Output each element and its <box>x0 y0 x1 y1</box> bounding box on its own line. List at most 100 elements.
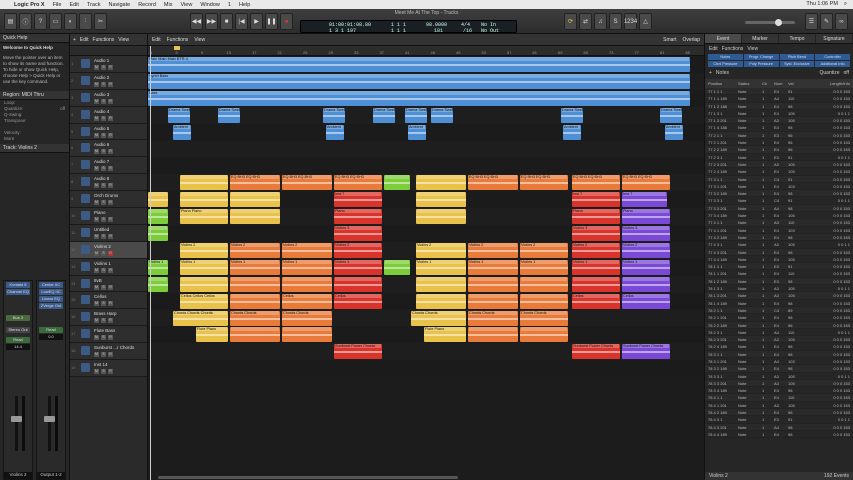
track-header[interactable]: 6 Audio 6 MSR <box>70 140 147 158</box>
tracks-edit-menu[interactable]: Edit <box>80 37 89 43</box>
arrange-edit-menu[interactable]: Edit <box>152 37 161 43</box>
record-enable-button[interactable]: R <box>108 217 113 223</box>
filter-controller[interactable]: Controller <box>815 54 850 60</box>
region[interactable]: EQ BH3 EQ BH3 <box>282 175 332 191</box>
track-header[interactable]: 14 8vB M S R <box>70 275 147 293</box>
more-disclosure[interactable]: More <box>0 136 69 142</box>
solo-button[interactable]: S <box>101 98 106 104</box>
instrument-icon[interactable] <box>81 278 90 288</box>
track-header[interactable]: 19 Inst 14 M S R <box>70 360 147 377</box>
region[interactable]: Flute Piano <box>424 327 466 343</box>
add-track-icon[interactable]: + <box>73 37 76 43</box>
region[interactable] <box>384 259 410 275</box>
region[interactable]: Inst 7 <box>622 192 667 208</box>
instrument-icon[interactable] <box>81 75 90 85</box>
tab-signature[interactable]: Signature <box>816 34 853 43</box>
event-row[interactable]: 78 3 3 201 Note 1 A3 105 0 0 0 153 <box>705 379 853 388</box>
event-row[interactable]: 78 4 1 201 Note 1 A3 105 0 0 0 153 <box>705 402 853 410</box>
track-header[interactable]: 8 Audio 8 MSR <box>70 174 147 192</box>
region[interactable] <box>384 175 410 191</box>
region[interactable]: EQ BH3 EQ BH3 <box>468 175 518 191</box>
region[interactable]: Drama Swell <box>323 107 345 123</box>
mute-button[interactable]: M <box>94 250 99 256</box>
region[interactable] <box>148 192 168 208</box>
pause-icon[interactable]: ❚❚ <box>265 13 278 30</box>
track-header[interactable]: 4 Audio 4MSR <box>70 106 147 124</box>
event-row[interactable]: 78 2 1 201 Note 1 E4 98 0 0 0 153 <box>705 314 853 322</box>
region[interactable]: Ambient <box>326 124 344 140</box>
region[interactable]: Sunburst Power Chords <box>334 344 382 360</box>
master-volume-slider[interactable] <box>745 19 795 26</box>
record-icon[interactable]: ● <box>280 13 293 30</box>
filter-channel-pressure[interactable]: Chnl Pressure <box>708 61 743 67</box>
menu-mix[interactable]: Mix <box>164 2 173 8</box>
instrument-icon[interactable] <box>81 109 90 119</box>
event-row[interactable]: 77 3 4 189 Note 1 E4 105 0 0 0 153 <box>705 212 853 220</box>
instrument-icon[interactable] <box>81 295 90 305</box>
region[interactable] <box>416 192 466 208</box>
arrange-view-menu[interactable]: View <box>194 37 205 43</box>
region[interactable] <box>416 209 466 225</box>
drag-mode-menu[interactable]: Overlap <box>682 37 700 43</box>
instrument-icon[interactable] <box>81 244 90 254</box>
record-enable-button[interactable]: R <box>108 183 113 189</box>
record-enable-button[interactable]: R <box>108 65 113 70</box>
lcd-display[interactable]: 01:00:01:08.80 1 3 1 197 1 1 1 1 1 1 98.… <box>300 20 517 34</box>
col-position[interactable]: Position <box>708 81 738 86</box>
event-row[interactable]: 78 1 3 201 Note 1 A3 105 0 0 0 153 <box>705 292 853 300</box>
event-row[interactable]: 77 3 2 189 Note 1 E4 98 0 0 0 153 <box>705 190 853 198</box>
track-header[interactable]: 15 Cellos M S R <box>70 292 147 310</box>
instrument-icon[interactable] <box>81 143 90 153</box>
region[interactable]: EQ BH3 EQ BH3 <box>334 175 382 191</box>
region[interactable]: Drama Swell <box>561 107 583 123</box>
track-name[interactable]: Violins 2 <box>94 244 111 249</box>
solo-button[interactable]: S <box>101 183 106 189</box>
event-row[interactable]: 77 2 3 1 Note 1 E3 91 0 0 1 1 <box>705 154 853 161</box>
tab-event[interactable]: Event <box>705 34 742 43</box>
create-event-icon[interactable]: + <box>709 70 712 76</box>
event-row[interactable]: 77 3 1 201 Note 1 E4 103 0 0 0 153 <box>705 183 853 191</box>
track-header[interactable]: 18 Sunburst ...r Chords M S R <box>70 343 147 361</box>
track-name[interactable]: Piano <box>94 210 106 215</box>
region[interactable] <box>230 209 280 225</box>
event-row[interactable]: 78 2 1 1 Note 1 C4 89 0 0 0 153 <box>705 306 853 315</box>
region[interactable]: Drama Swell <box>373 107 395 123</box>
record-enable-button[interactable]: R <box>108 267 113 273</box>
event-row[interactable]: 78 1 1 201 Note 1 E4 110 0 0 0 153 <box>705 270 853 278</box>
region[interactable] <box>468 276 518 292</box>
filter-sysex[interactable]: Syst. Exclusive <box>779 61 815 67</box>
mute-button[interactable]: M <box>94 166 99 172</box>
mute-button[interactable]: M <box>94 301 99 307</box>
mute-button[interactable]: M <box>94 233 99 239</box>
instrument-icon[interactable] <box>81 59 90 68</box>
volume-knob[interactable] <box>775 19 782 26</box>
fader-cap[interactable] <box>11 416 22 422</box>
quick-help-title[interactable]: Quick Help <box>0 34 69 43</box>
region[interactable] <box>622 276 670 292</box>
event-row[interactable]: 77 2 1 1 Note 1 E3 96 0 0 0 153 <box>705 131 853 140</box>
quick-help-icon[interactable]: ? <box>34 13 47 30</box>
instrument-icon[interactable] <box>81 312 90 322</box>
instrument-icon[interactable] <box>81 363 90 373</box>
solo-button[interactable]: S <box>101 352 106 358</box>
solo-button[interactable]: S <box>101 149 106 155</box>
region[interactable]: Violins 1 <box>520 259 568 275</box>
col-channel[interactable]: Ch <box>762 81 774 86</box>
menu-window[interactable]: Window <box>200 2 220 8</box>
event-row[interactable]: 78 2 4 189 Note 1 E4 98 0 0 0 153 <box>705 343 853 351</box>
region[interactable]: Cellos <box>282 293 332 309</box>
horizontal-scrollbar[interactable] <box>158 476 458 479</box>
col-status[interactable]: Status <box>738 81 762 86</box>
event-row[interactable]: 77 4 1 201 Note 1 E4 103 0 0 0 153 <box>705 227 853 234</box>
event-row[interactable]: 78 2 3 201 Note 1 A3 105 0 0 0 153 <box>705 336 853 344</box>
plugin-slot[interactable]: Channel EQ <box>6 289 30 295</box>
menu-track[interactable]: Track <box>87 2 101 8</box>
record-enable-button[interactable]: R <box>108 149 113 155</box>
event-row[interactable]: 77 1 4 188 Note 1 E4 98 0 0 0 153 <box>705 124 853 132</box>
record-enable-button[interactable]: R <box>108 284 113 290</box>
region[interactable]: Drama Swell <box>660 107 682 123</box>
tab-marker[interactable]: Marker <box>742 34 779 43</box>
track-header[interactable]: 12 Violins 2MSR <box>70 241 147 259</box>
plugin-slot[interactable]: Linear EQ <box>39 296 63 302</box>
region[interactable]: Violins 2 <box>180 242 228 258</box>
